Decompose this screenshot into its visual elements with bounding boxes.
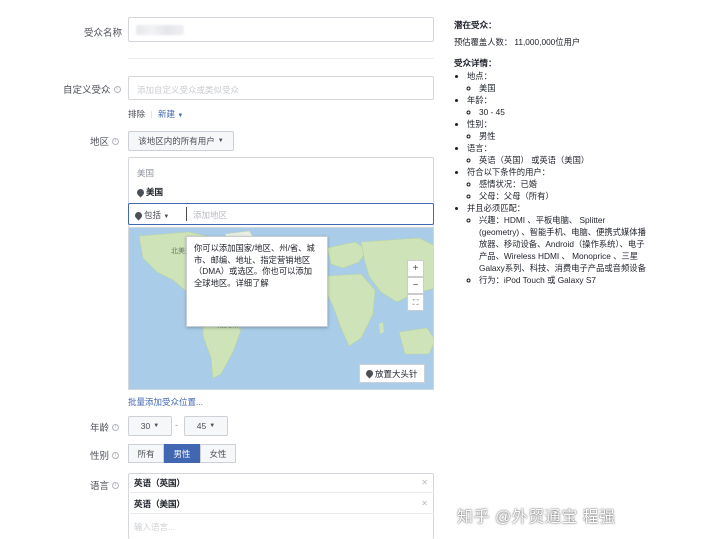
gender-option-all[interactable]: 所有: [128, 444, 164, 463]
audience-name-label: 受众名称: [84, 25, 122, 39]
detail-gender: 性别： 男性: [467, 118, 654, 142]
detail-location-value: 美国: [479, 82, 654, 94]
location-group-label: 美国: [137, 168, 155, 178]
detail-match-item: 感情状况：已婚: [479, 178, 654, 190]
divider: [128, 58, 434, 59]
age-separator: -: [175, 420, 178, 430]
detail-gender-value: 男性: [479, 130, 654, 142]
drop-pin-button[interactable]: 放置大头针: [359, 364, 425, 383]
create-new-link[interactable]: 新建 ▼: [158, 109, 183, 119]
detail-and-label: 并且必须匹配：: [467, 203, 526, 213]
close-icon[interactable]: ✕: [421, 499, 428, 508]
location-label: 地区 i: [90, 134, 120, 148]
drop-pin-text: 放置大头针: [375, 368, 418, 379]
detail-language-value: 英语（英国） 或英语（美国）: [479, 154, 654, 166]
text-cursor: [186, 207, 187, 221]
custom-audience-input[interactable]: 添加自定义受众或类似受众: [128, 76, 434, 100]
language-item-text: 英语（美国）: [134, 498, 186, 509]
zoom-in-icon[interactable]: +: [407, 260, 424, 277]
gender-option-female[interactable]: 女性: [200, 444, 236, 463]
detail-gender-label: 性别：: [467, 119, 492, 129]
location-search-placeholder: 添加地区: [193, 210, 228, 220]
detail-behaviors: 行为：iPod Touch 或 Galaxy S7: [479, 274, 654, 286]
detail-language-label: 语言：: [467, 143, 492, 153]
info-icon[interactable]: i: [112, 423, 120, 431]
exclude-link[interactable]: 排除: [128, 109, 145, 119]
info-icon[interactable]: i: [113, 85, 121, 93]
detail-interests: 兴趣：HDMI 、平板电脑、 Splitter (geometry) 、智能手机…: [479, 214, 647, 274]
location-selected-text: 美国: [146, 187, 164, 197]
chevron-down-icon: ▼: [217, 138, 224, 144]
chevron-down-icon: ▼: [209, 423, 216, 429]
info-icon[interactable]: i: [112, 481, 120, 489]
language-item[interactable]: 英语（英国） ✕: [128, 473, 434, 493]
language-search-input[interactable]: 输入语言...: [134, 521, 175, 533]
age-label: 年龄 i: [90, 420, 120, 434]
location-label-text: 地区: [90, 137, 110, 148]
bulk-add-locations-link[interactable]: 批量添加受众位置...: [128, 396, 203, 408]
language-placeholder: 输入语言...: [134, 522, 176, 532]
custom-audience-label-text: 自定义受众: [63, 85, 111, 96]
info-icon[interactable]: i: [112, 451, 120, 459]
zoom-out-icon[interactable]: −: [407, 277, 424, 294]
age-max-value: 45: [196, 421, 207, 431]
detail-location-label: 地点：: [467, 71, 492, 81]
map-pin-icon: [364, 368, 375, 379]
redacted-name: [136, 25, 184, 35]
separator: |: [150, 109, 153, 119]
detail-match: 符合以下条件的用户： 感情状况：已婚 父母：父母（所有）: [467, 166, 654, 202]
create-new-text: 新建: [157, 109, 175, 119]
audience-name-label-text: 受众名称: [84, 28, 123, 39]
include-text: 包括: [144, 210, 162, 220]
age-label-text: 年龄: [90, 423, 110, 434]
custom-audience-placeholder: 添加自定义受众或类似受众: [137, 84, 239, 96]
language-item-text: 英语（英国）: [134, 477, 186, 488]
detail-language: 语言： 英语（英国） 或英语（美国）: [467, 142, 654, 166]
watermark: 知乎 @外贸通宝 程强: [457, 509, 616, 526]
detail-age: 年龄： 30 - 45: [467, 94, 654, 118]
detail-and: 并且必须匹配： 兴趣：HDMI 、平板电脑、 Splitter (geometr…: [467, 202, 654, 286]
fullscreen-icon[interactable]: ⛶: [407, 294, 424, 311]
detail-age-label: 年龄：: [467, 95, 492, 105]
gender-option-male[interactable]: 男性: [164, 444, 200, 463]
include-select[interactable]: 包括 ▼: [133, 209, 170, 221]
detail-match-label: 符合以下条件的用户：: [467, 167, 550, 177]
detail-match-item: 父母：父母（所有）: [479, 190, 654, 202]
info-icon[interactable]: i: [112, 137, 120, 145]
language-item[interactable]: 英语（美国） ✕: [128, 494, 434, 514]
location-scope-select[interactable]: 该地区内的所有用户 ▼: [128, 131, 234, 151]
location-search-input[interactable]: 添加地区: [193, 209, 227, 221]
custom-audience-placeholder-text: 添加自定义受众或类似受众: [137, 85, 240, 95]
map-pin-icon: [133, 210, 144, 221]
custom-audience-label: 自定义受众 i: [63, 82, 121, 96]
location-selected-item[interactable]: 美国: [135, 186, 164, 198]
chevron-down-icon: ▼: [177, 113, 184, 119]
location-help-tooltip: 你可以添加国家/地区、州/省、城市、邮编、地址、指定营销地区（DMA）或选区。你…: [186, 236, 328, 327]
audience-details: 地点： 美国 年龄： 30 - 45 性别： 男性 语言： 英语（英国） 或英语…: [454, 70, 654, 286]
map-pin-icon: [135, 187, 146, 198]
chevron-down-icon: ▼: [153, 423, 160, 429]
potential-reach: 预估覆盖人数： 11,000,000位用户: [454, 37, 581, 47]
language-label-text: 语言: [90, 481, 110, 492]
close-icon[interactable]: ✕: [421, 478, 428, 487]
language-label: 语言 i: [90, 478, 120, 492]
custom-audience-actions: 排除 | 新建 ▼: [128, 108, 183, 120]
gender-label: 性别 i: [90, 448, 120, 462]
location-search-row[interactable]: 包括 ▼ 添加地区: [128, 203, 434, 225]
tooltip-text: 你可以添加国家/地区、州/省、城市、邮编、地址、指定营销地区（DMA）或选区。你…: [194, 243, 315, 288]
age-min-value: 30: [140, 421, 151, 431]
detail-age-value: 30 - 45: [479, 106, 654, 118]
chevron-down-icon: ▼: [163, 214, 170, 220]
detail-location: 地点： 美国: [467, 70, 654, 94]
gender-label-text: 性别: [90, 451, 110, 462]
audience-name-input[interactable]: [128, 17, 434, 42]
gender-segmented-control: 所有 男性 女性: [128, 444, 236, 463]
potential-audience-title: 潜在受众：: [454, 20, 497, 30]
age-min-select[interactable]: 30 ▼: [128, 416, 172, 436]
location-scope-text: 该地区内的所有用户: [138, 136, 215, 146]
age-max-select[interactable]: 45 ▼: [184, 416, 228, 436]
audience-details-title: 受众详情：: [454, 58, 497, 68]
